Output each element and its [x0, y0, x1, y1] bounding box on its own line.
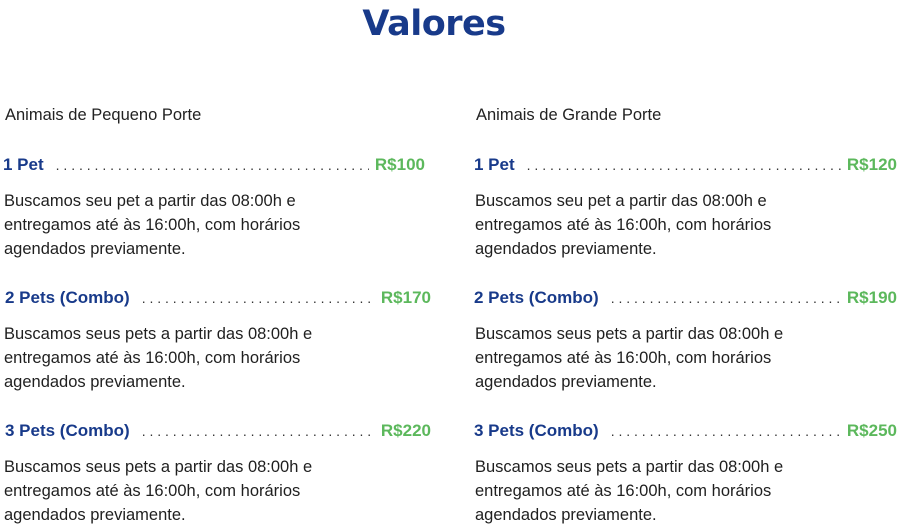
price-item: 1 Pet R$100 Buscamos seu pet a partir da…	[3, 155, 433, 261]
category-heading-small: Animais de Pequeno Porte	[5, 106, 202, 124]
item-name: 3 Pets (Combo)	[474, 421, 599, 440]
dot-leader	[611, 424, 841, 438]
item-price: R$100	[374, 155, 425, 174]
price-item-header: 1 Pet R$120	[474, 155, 897, 179]
price-item-header: 3 Pets (Combo) R$220	[5, 421, 431, 445]
item-description: Buscamos seus pets a partir das 08:00h e…	[4, 325, 313, 391]
item-price: R$250	[846, 421, 897, 440]
price-item: 3 Pets (Combo) R$250 Buscamos seus pets …	[474, 421, 901, 527]
item-description: Buscamos seu pet a partir das 08:00h e e…	[475, 192, 772, 258]
category-heading-large: Animais de Grande Porte	[476, 106, 662, 124]
item-price: R$190	[846, 288, 897, 307]
item-price: R$220	[380, 421, 431, 440]
item-description: Buscamos seu pet a partir das 08:00h e e…	[4, 192, 301, 258]
item-name: 1 Pet	[3, 155, 44, 174]
small-pets-column: Animais de Pequeno Porte 1 Pet R$100 Bus…	[3, 0, 433, 527]
price-item: 1 Pet R$120 Buscamos seu pet a partir da…	[474, 155, 901, 261]
large-pets-column: Animais de Grande Porte 1 Pet R$120 Busc…	[474, 0, 901, 527]
item-name: 1 Pet	[474, 155, 515, 174]
price-item: 2 Pets (Combo) R$170 Buscamos seus pets …	[3, 288, 433, 394]
item-name: 3 Pets (Combo)	[5, 421, 130, 440]
dot-leader	[142, 424, 375, 438]
dot-leader	[611, 291, 841, 305]
item-price: R$120	[846, 155, 897, 174]
item-description: Buscamos seus pets a partir das 08:00h e…	[4, 458, 313, 524]
dot-leader	[142, 291, 375, 305]
price-item: 2 Pets (Combo) R$190 Buscamos seus pets …	[474, 288, 901, 394]
dot-leader	[527, 158, 841, 172]
price-item-header: 2 Pets (Combo) R$170	[5, 288, 431, 312]
item-description: Buscamos seus pets a partir das 08:00h e…	[475, 458, 784, 524]
price-item-header: 1 Pet R$100	[3, 155, 425, 179]
price-item: 3 Pets (Combo) R$220 Buscamos seus pets …	[3, 421, 433, 527]
dot-leader	[56, 158, 369, 172]
price-item-header: 2 Pets (Combo) R$190	[474, 288, 897, 312]
item-price: R$170	[380, 288, 431, 307]
item-name: 2 Pets (Combo)	[5, 288, 130, 307]
item-description: Buscamos seus pets a partir das 08:00h e…	[475, 325, 784, 391]
item-name: 2 Pets (Combo)	[474, 288, 599, 307]
price-item-header: 3 Pets (Combo) R$250	[474, 421, 897, 445]
